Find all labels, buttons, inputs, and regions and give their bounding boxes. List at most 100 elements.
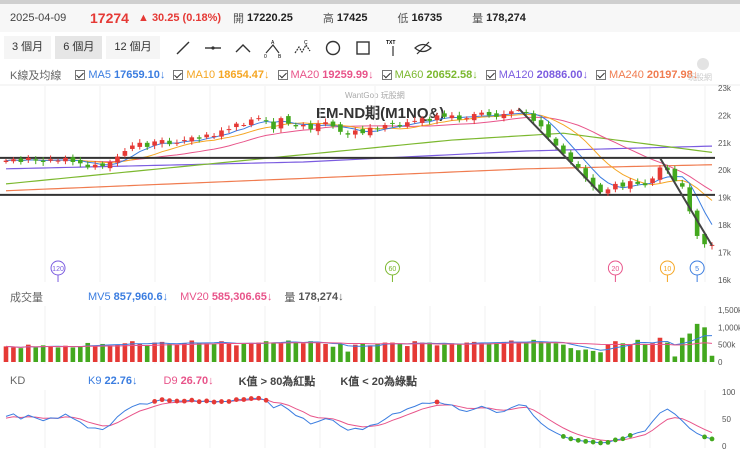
k-oversold-dot xyxy=(605,439,611,445)
candle-body xyxy=(85,164,91,168)
kd-axis-tick: 0 xyxy=(722,442,727,451)
kd-axis-tick: 100 xyxy=(722,388,736,397)
volume-bar xyxy=(144,345,150,362)
candle-body xyxy=(375,128,380,130)
period-marker-label: 20 xyxy=(611,266,619,273)
candle-body xyxy=(78,159,83,164)
candle-body xyxy=(234,123,239,128)
candle-body xyxy=(174,142,180,144)
period-marker-label: 10 xyxy=(664,266,672,273)
k-oversold-dot xyxy=(568,436,574,442)
candle-body xyxy=(679,183,685,187)
candle-body xyxy=(338,124,343,132)
volume-bar xyxy=(397,343,403,362)
volume-bar xyxy=(48,346,53,362)
candle-body xyxy=(360,129,366,134)
candle-body xyxy=(137,142,143,147)
volume-bar xyxy=(40,345,46,362)
volume-bar xyxy=(271,343,276,362)
volume-bar xyxy=(293,342,299,362)
candle-body xyxy=(494,113,499,117)
candle-body xyxy=(613,183,618,190)
volume-bar xyxy=(248,342,254,362)
candle-body xyxy=(620,182,626,187)
candle-body xyxy=(70,157,76,162)
candle-body xyxy=(627,181,633,189)
candle-body xyxy=(449,115,455,119)
volume-bar xyxy=(115,344,120,362)
candle-body xyxy=(182,140,187,142)
volume-bar xyxy=(263,341,269,362)
candle-body xyxy=(300,124,306,127)
volume-bar xyxy=(219,341,224,362)
volume-bar xyxy=(323,343,328,362)
volume-bar xyxy=(709,355,715,362)
price-axis-tick: 20k xyxy=(718,166,732,175)
candle-body xyxy=(323,122,328,125)
candle-body xyxy=(330,121,336,127)
volume-bar xyxy=(33,347,39,362)
volume-bar xyxy=(367,345,373,362)
volume-bar xyxy=(501,341,507,362)
price-axis-tick: 19k xyxy=(718,194,732,203)
kd-axis-tick: 50 xyxy=(722,415,731,424)
volume-bar xyxy=(568,348,574,362)
k-overbought-dot xyxy=(196,399,202,405)
candle-body xyxy=(226,129,232,131)
volume-bar xyxy=(55,347,61,362)
period-marker-label: 60 xyxy=(389,266,397,273)
volume-bar xyxy=(189,340,195,362)
price-axis-tick: 23k xyxy=(718,84,732,93)
chart-canvas[interactable]: 23k 22k 21k 20k 19k 18k 17k 16k 1,500k 1,000k 500k… xyxy=(0,0,740,453)
candle-body xyxy=(3,160,9,162)
volume-bar xyxy=(174,344,180,362)
candle-body xyxy=(367,127,373,136)
volume-bar xyxy=(70,347,76,362)
volume-bar xyxy=(107,345,113,362)
volume-bar xyxy=(702,327,707,362)
volume-bar xyxy=(405,346,410,362)
candle-body xyxy=(159,140,165,144)
volume-bar xyxy=(457,343,462,362)
candle-body xyxy=(405,122,410,127)
candle-body xyxy=(248,119,254,125)
volume-bar xyxy=(308,341,313,362)
volume-bar xyxy=(434,345,440,362)
volume-bar xyxy=(352,344,358,362)
volume-axis-tick: 1,500k xyxy=(718,306,740,315)
volume-bar xyxy=(345,351,351,362)
volume-bar xyxy=(234,345,239,362)
candle-body xyxy=(412,120,418,122)
volume-bar xyxy=(575,350,581,362)
candle-body xyxy=(642,183,648,186)
candle-body xyxy=(471,114,477,121)
candle-body xyxy=(241,124,247,126)
candle-body xyxy=(457,115,462,120)
candle-body xyxy=(263,120,269,122)
d-line xyxy=(5,398,713,442)
candle-body xyxy=(256,118,261,120)
k-oversold-dot xyxy=(627,433,633,438)
volume-bar xyxy=(78,346,83,362)
candle-body xyxy=(464,118,470,120)
volume-bar xyxy=(196,342,202,362)
volume-bar xyxy=(650,343,655,362)
k-oversold-dot xyxy=(575,437,581,443)
k-oversold-dot xyxy=(560,434,566,439)
candle-body xyxy=(538,120,544,127)
k-overbought-dot xyxy=(159,397,165,403)
volume-axis-tick: 1,000k xyxy=(718,323,740,332)
candle-body xyxy=(152,141,157,146)
candle-body xyxy=(278,118,284,129)
k-overbought-dot xyxy=(211,399,217,405)
candle-body xyxy=(308,123,313,130)
volume-bar xyxy=(167,343,172,362)
ma240-line xyxy=(5,164,713,192)
price-axis-tick: 21k xyxy=(718,139,732,148)
candle-body xyxy=(189,137,195,142)
candle-body xyxy=(107,161,113,169)
candle-body xyxy=(523,111,529,113)
candle-body xyxy=(479,112,484,115)
candle-body xyxy=(397,124,403,127)
volume-bar xyxy=(471,341,477,362)
